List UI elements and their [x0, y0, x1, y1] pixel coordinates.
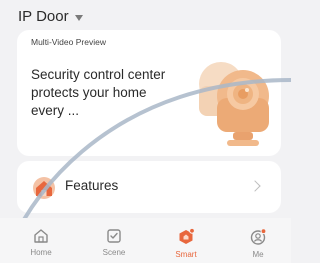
tab-smart-label: Smart — [175, 250, 197, 259]
tab-smart[interactable]: Smart — [156, 228, 216, 259]
features-icon — [33, 177, 55, 199]
smart-icon — [179, 228, 195, 244]
preview-card-title: Multi-Video Preview — [31, 37, 106, 47]
tab-home[interactable]: Home — [11, 228, 71, 257]
features-row[interactable]: Features — [17, 161, 281, 213]
me-icon — [250, 228, 267, 245]
tab-scene-label: Scene — [102, 248, 126, 257]
features-label: Features — [65, 178, 119, 193]
tab-scene[interactable]: Scene — [84, 228, 144, 257]
tab-home-label: Home — [30, 248, 52, 257]
preview-card-description: Security control center protects your ho… — [31, 67, 166, 118]
tab-me[interactable]: Me — [228, 228, 288, 259]
tab-me-label: Me — [252, 250, 264, 259]
caret-down-icon — [74, 14, 83, 21]
security-camera-icon — [199, 62, 269, 146]
multi-video-preview-card[interactable]: Multi-Video Preview Security control cen… — [17, 30, 281, 156]
home-icon — [34, 229, 48, 243]
scene-icon — [107, 229, 121, 243]
bottom-tab-bar: Home Scene Smart Me — [0, 218, 291, 263]
home-selector[interactable]: IP Door — [18, 8, 83, 25]
home-name: IP Door — [18, 8, 69, 25]
chevron-right-icon — [249, 180, 261, 192]
